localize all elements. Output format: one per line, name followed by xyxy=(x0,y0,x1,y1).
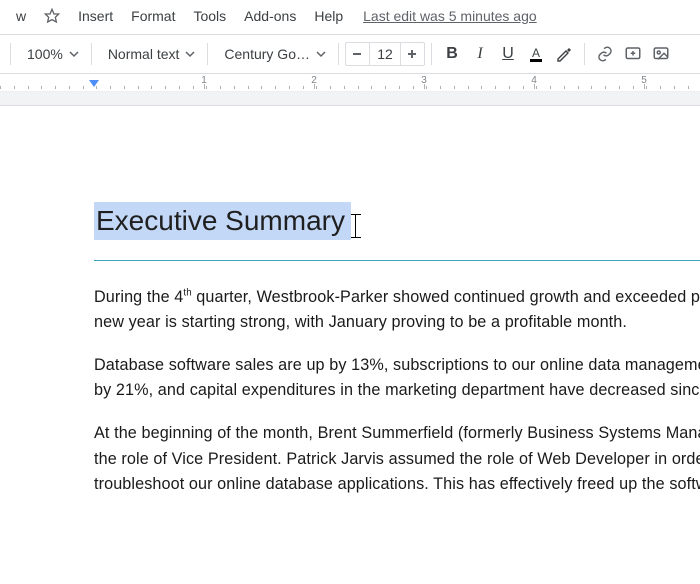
ordinal-superscript: th xyxy=(183,288,191,299)
ruler-label: 2 xyxy=(311,75,317,86)
heading-row: Executive Summary xyxy=(94,202,700,240)
document-canvas[interactable]: Executive Summary During the 4th quarter… xyxy=(0,92,700,584)
menu-item-help[interactable]: Help xyxy=(306,4,351,28)
font-size-increase-button[interactable] xyxy=(401,42,425,66)
paragraph-style-dropdown[interactable]: Normal text xyxy=(98,40,202,68)
paragraph-text: At the beginning of the month, Brent Sum… xyxy=(94,424,700,492)
svg-text:A: A xyxy=(532,46,540,60)
document-heading[interactable]: Executive Summary xyxy=(94,202,351,240)
last-edit-link[interactable]: Last edit was 5 minutes ago xyxy=(353,8,537,24)
document-page[interactable]: Executive Summary During the 4th quarter… xyxy=(0,106,700,584)
paragraph-text: Database software sales are up by 13%, s… xyxy=(94,356,700,399)
text-cursor-icon xyxy=(349,212,363,240)
indent-marker-icon[interactable] xyxy=(88,79,100,94)
zoom-value: 100% xyxy=(27,46,63,62)
font-size-value[interactable]: 12 xyxy=(369,42,401,66)
zoom-dropdown[interactable]: 100% xyxy=(17,40,85,68)
ruler-label: 4 xyxy=(531,75,537,86)
body-paragraph[interactable]: At the beginning of the month, Brent Sum… xyxy=(94,421,700,496)
ruler-label: 1 xyxy=(201,75,207,86)
menu-item-view[interactable]: w xyxy=(8,4,34,28)
ruler-label: 5 xyxy=(641,75,647,86)
menu-item-tools[interactable]: Tools xyxy=(185,4,234,28)
ruler-ticks: 1 2 3 4 5 xyxy=(0,74,700,91)
highlight-button[interactable] xyxy=(550,40,578,68)
paragraph-style-value: Normal text xyxy=(108,46,180,62)
menu-item-format[interactable]: Format xyxy=(123,4,183,28)
menu-bar: w Insert Format Tools Add-ons Help Last … xyxy=(0,0,700,34)
body-paragraph[interactable]: Database software sales are up by 13%, s… xyxy=(94,353,700,403)
menu-item-addons[interactable]: Add-ons xyxy=(236,4,304,28)
font-size-decrease-button[interactable] xyxy=(345,42,369,66)
italic-button[interactable]: I xyxy=(466,40,494,68)
toolbar-separator xyxy=(91,43,92,65)
body-paragraph[interactable]: During the 4th quarter, Westbrook-Parker… xyxy=(94,285,700,335)
menu-item-insert[interactable]: Insert xyxy=(70,4,121,28)
toolbar-separator xyxy=(207,43,208,65)
heading-underline xyxy=(94,260,700,261)
toolbar-separator xyxy=(431,43,432,65)
star-icon[interactable] xyxy=(36,8,68,24)
insert-image-button[interactable] xyxy=(647,40,675,68)
font-family-value: Century Go… xyxy=(224,46,310,62)
underline-button[interactable]: U xyxy=(494,40,522,68)
font-family-dropdown[interactable]: Century Go… xyxy=(214,40,332,68)
insert-link-button[interactable] xyxy=(591,40,619,68)
toolbar: 100% Normal text Century Go… 12 B I U A xyxy=(0,34,700,74)
chevron-down-icon xyxy=(185,49,195,59)
ruler-label: 3 xyxy=(421,75,427,86)
toolbar-separator xyxy=(584,43,585,65)
toolbar-separator xyxy=(10,43,11,65)
paragraph-text: During the 4 xyxy=(94,288,183,306)
add-comment-button[interactable] xyxy=(619,40,647,68)
bold-button[interactable]: B xyxy=(438,40,466,68)
font-size-stepper: 12 xyxy=(345,42,425,66)
toolbar-separator xyxy=(338,43,339,65)
horizontal-ruler[interactable]: 1 2 3 4 5 xyxy=(0,74,700,92)
chevron-down-icon xyxy=(316,49,326,59)
text-color-button[interactable]: A xyxy=(522,40,550,68)
chevron-down-icon xyxy=(69,49,79,59)
